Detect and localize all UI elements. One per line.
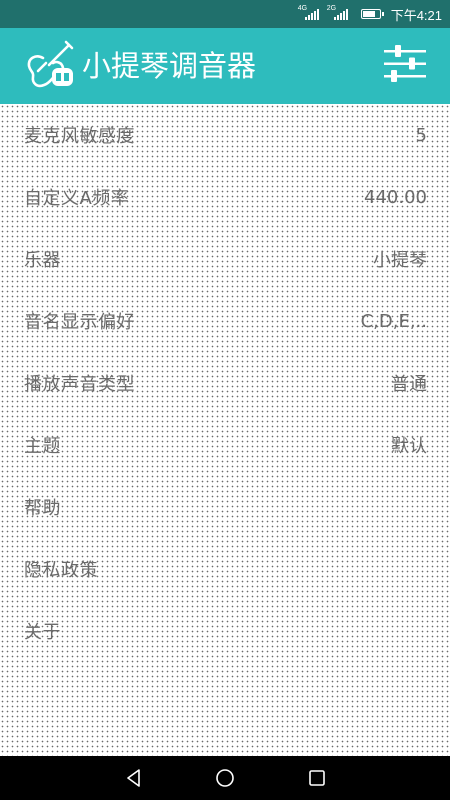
setting-label: 播放声音类型 (24, 374, 135, 395)
setting-sound-type[interactable]: 播放声音类型 普通 (0, 352, 450, 414)
setting-theme[interactable]: 主题 默认 (0, 414, 450, 476)
setting-value: 小提琴 (373, 250, 427, 271)
setting-note-name-display[interactable]: 音名显示偏好 C,D,E,.. (0, 290, 450, 352)
app-title: 小提琴调音器 (82, 49, 257, 83)
setting-label: 麦克风敏感度 (24, 126, 135, 147)
setting-value: 普通 (391, 374, 427, 395)
settings-list: 麦克风敏感度 5 自定义A频率 440.00 乐器 小提琴 音名显示偏好 C,D… (0, 104, 450, 756)
setting-label: 自定义A频率 (24, 188, 130, 209)
network-type-label: 2G (326, 5, 337, 12)
violin-icon (27, 40, 74, 88)
setting-label: 主题 (24, 436, 61, 457)
setting-label: 帮助 (24, 498, 61, 519)
status-time: 下午4:21 (390, 7, 442, 23)
setting-about[interactable]: 关于 (0, 600, 450, 662)
setting-help[interactable]: 帮助 (0, 476, 450, 538)
status-bar: 4G 2G 下午4:21 (0, 0, 450, 28)
system-nav-bar (0, 756, 450, 800)
network-type-label: 4G (297, 5, 308, 12)
setting-value: 5 (415, 124, 427, 146)
setting-value: 440.00 (364, 186, 427, 208)
back-triangle-icon[interactable] (124, 768, 144, 788)
signal-strength-icon: 2G (327, 5, 349, 20)
setting-value: 默认 (391, 436, 427, 457)
setting-label: 乐器 (24, 250, 61, 271)
setting-value: C,D,E,.. (360, 310, 427, 332)
app-bar: 小提琴调音器 (0, 28, 450, 104)
setting-label: 关于 (24, 622, 61, 643)
setting-privacy-policy[interactable]: 隐私政策 (0, 538, 450, 600)
battery-icon (360, 9, 384, 19)
recents-square-icon[interactable] (307, 768, 327, 788)
sliders-icon[interactable] (382, 44, 428, 84)
setting-mic-sensitivity[interactable]: 麦克风敏感度 5 (0, 104, 450, 166)
setting-instrument[interactable]: 乐器 小提琴 (0, 228, 450, 290)
setting-label: 音名显示偏好 (24, 312, 135, 333)
setting-label: 隐私政策 (24, 560, 98, 581)
setting-custom-a-frequency[interactable]: 自定义A频率 440.00 (0, 166, 450, 228)
home-circle-icon[interactable] (215, 768, 235, 788)
signal-strength-icon: 4G (298, 5, 320, 20)
